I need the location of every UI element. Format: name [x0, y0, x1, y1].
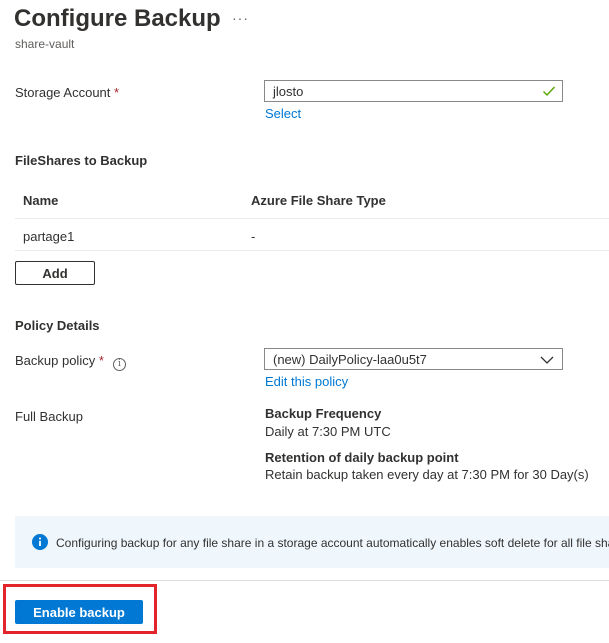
fileshare-type: -: [251, 229, 256, 244]
page-subtitle: share-vault: [15, 37, 75, 51]
fileshare-name: partage1: [23, 229, 75, 244]
checkmark-icon: [543, 86, 556, 97]
fileshares-section-title: FileShares to Backup: [15, 153, 148, 168]
more-options-button[interactable]: ···: [232, 10, 249, 26]
backup-policy-dropdown[interactable]: (new) DailyPolicy-laa0u5t7: [264, 348, 563, 370]
storage-account-value: jlosto: [273, 83, 304, 99]
info-circle-icon: [32, 534, 48, 550]
storage-account-label: Storage Account *: [15, 85, 119, 100]
footer-divider: [0, 580, 609, 581]
retention-title: Retention of daily backup point: [265, 450, 459, 465]
required-marker: *: [114, 85, 120, 100]
backup-policy-label-text: Backup policy: [15, 353, 96, 368]
banner-message: Configuring backup for any file share in…: [56, 536, 609, 550]
edit-policy-link[interactable]: Edit this policy: [265, 374, 348, 389]
backup-policy-selected: (new) DailyPolicy-laa0u5t7: [273, 351, 427, 367]
retention-value: Retain backup taken every day at 7:30 PM…: [265, 467, 589, 482]
page-title: Configure Backup: [14, 5, 221, 32]
info-icon[interactable]: i: [113, 353, 126, 371]
policy-section-title: Policy Details: [15, 318, 100, 333]
select-storage-link[interactable]: Select: [265, 106, 301, 121]
table-row[interactable]: partage1 -: [15, 219, 609, 250]
column-header-name: Name: [23, 193, 59, 208]
column-header-type: Azure File Share Type: [251, 193, 386, 208]
backup-frequency-title: Backup Frequency: [265, 406, 382, 421]
enable-backup-button[interactable]: Enable backup: [15, 600, 143, 624]
backup-policy-label: Backup policy *: [15, 353, 104, 368]
table-divider: [15, 250, 609, 251]
add-fileshare-button[interactable]: Add: [15, 261, 95, 285]
full-backup-label: Full Backup: [15, 409, 83, 424]
chevron-down-icon: [540, 356, 554, 364]
storage-account-label-text: Storage Account: [15, 85, 111, 100]
required-marker: *: [98, 353, 104, 368]
storage-account-field[interactable]: jlosto: [264, 80, 563, 102]
backup-frequency-value: Daily at 7:30 PM UTC: [265, 424, 391, 439]
info-banner: Configuring backup for any file share in…: [15, 516, 609, 568]
